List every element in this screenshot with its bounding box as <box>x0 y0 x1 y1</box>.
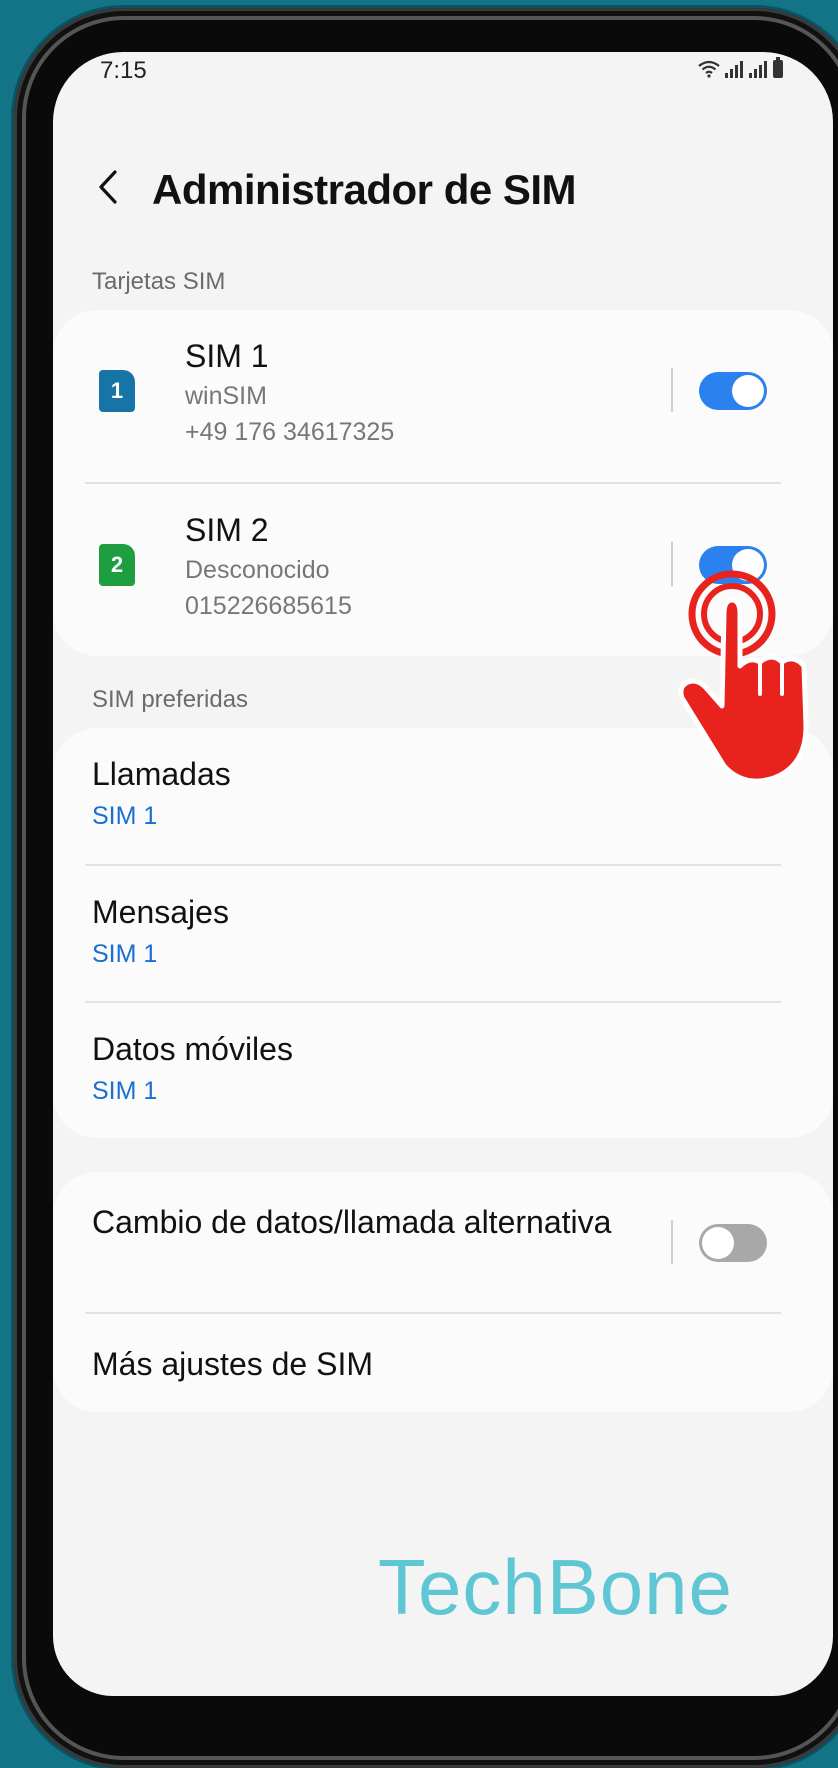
row-title: Mensajes <box>92 894 229 930</box>
alternate-toggle[interactable] <box>699 1224 767 1262</box>
alternate-call-data-row[interactable]: Cambio de datos/llamada alternativa <box>53 1172 833 1312</box>
sim-name: SIM 1 <box>185 338 269 374</box>
back-button[interactable] <box>89 162 129 212</box>
divider <box>671 368 673 412</box>
watermark: TechBone <box>378 1543 733 1631</box>
sim-2-icon: 2 <box>99 544 135 586</box>
sim-number: 015226685615 <box>185 592 352 620</box>
tap-pointer-icon <box>678 570 809 784</box>
sim-1-icon: 1 <box>99 370 135 412</box>
row-value: SIM 1 <box>92 802 158 830</box>
sim-carrier: winSIM <box>185 382 267 410</box>
chevron-left-icon <box>99 170 117 204</box>
more-sim-settings-row[interactable]: Más ajustes de SIM <box>53 1314 833 1412</box>
status-bar: 7:15 <box>53 52 833 102</box>
sim-name: SIM 2 <box>185 512 269 548</box>
battery-icon <box>773 57 783 78</box>
alternate-card: Cambio de datos/llamada alternativa Más … <box>53 1172 833 1412</box>
row-value: SIM 1 <box>92 1077 158 1105</box>
wifi-icon <box>697 60 720 78</box>
preferred-messages-row[interactable]: Mensajes SIM 1 <box>53 866 833 1002</box>
divider <box>671 1220 673 1264</box>
sim-row-1[interactable]: 1 SIM 1 winSIM +49 176 34617325 <box>53 310 833 482</box>
section-label-sim-cards: Tarjetas SIM <box>92 268 226 295</box>
signal-sim1-icon <box>725 60 743 78</box>
sim-carrier: Desconocido <box>185 556 330 584</box>
row-title: Datos móviles <box>92 1031 293 1067</box>
app-header: Administrador de SIM <box>53 152 833 232</box>
signal-sim2-icon <box>749 60 767 78</box>
section-label-preferred: SIM preferidas <box>92 686 249 713</box>
preferred-mobile-data-row[interactable]: Datos móviles SIM 1 <box>53 1003 833 1139</box>
status-icons <box>697 57 783 78</box>
sim-1-toggle[interactable] <box>699 372 767 410</box>
row-title: Cambio de datos/llamada alternativa <box>92 1204 612 1240</box>
sim-number: +49 176 34617325 <box>185 418 395 446</box>
page-title: Administrador de SIM <box>152 166 577 213</box>
screen: 7:15 Administrador de SIM Tarjetas SIM 1… <box>53 52 833 1696</box>
row-title: Más ajustes de SIM <box>92 1346 373 1382</box>
clock: 7:15 <box>100 57 147 84</box>
row-value: SIM 1 <box>92 940 158 968</box>
row-title: Llamadas <box>92 756 231 792</box>
